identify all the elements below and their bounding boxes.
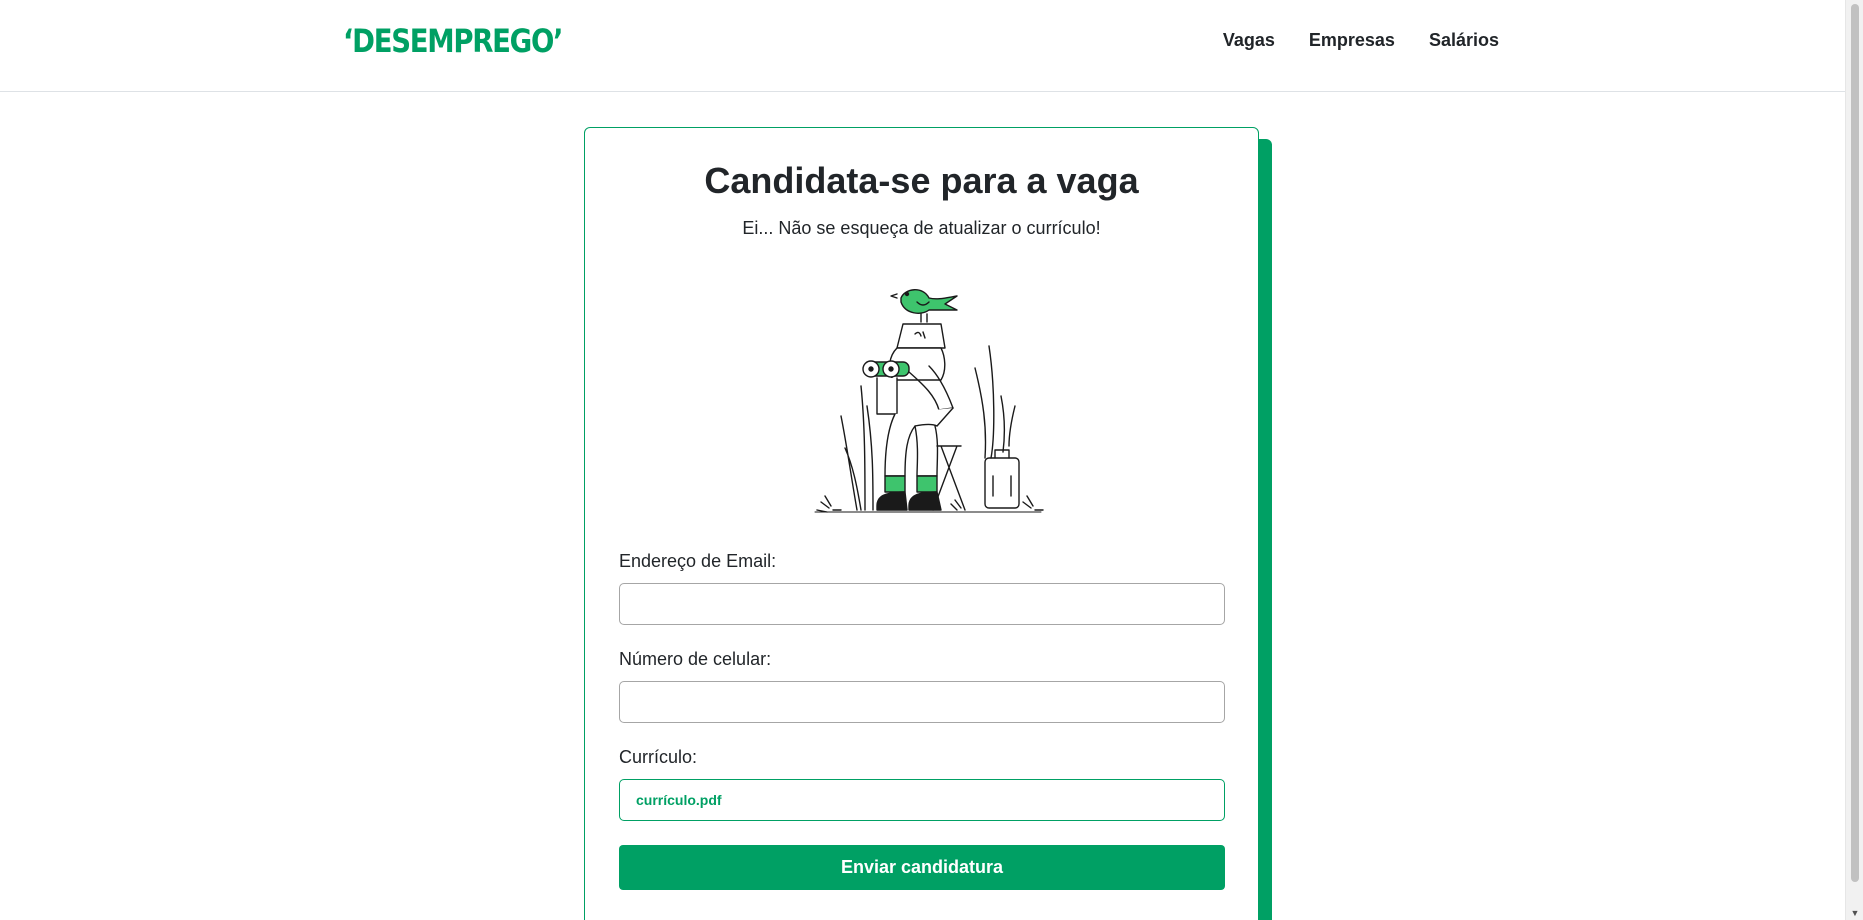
phone-label: Número de celular: (619, 649, 772, 669)
phone-field[interactable] (619, 681, 1225, 723)
nav-link-empresas[interactable]: Empresas (1309, 30, 1395, 51)
resume-file-input[interactable]: currículo.pdf (619, 779, 1225, 821)
scroll-thumb[interactable] (1851, 4, 1859, 882)
submit-application-button[interactable]: Enviar candidatura (619, 845, 1225, 890)
email-label: Endereço de Email: (619, 551, 777, 571)
main-nav: Vagas Empresas Salários (1223, 30, 1499, 51)
scroll-down-icon[interactable]: ▼ (1850, 908, 1860, 918)
form-title: Candidata-se para a vaga (704, 160, 1139, 201)
email-field[interactable] (619, 583, 1225, 625)
site-logo[interactable]: ‘DESEMPREGO’ (343, 22, 564, 60)
page-scrollbar[interactable]: ▲ ▼ (1845, 0, 1863, 920)
nav-link-vagas[interactable]: Vagas (1223, 30, 1275, 51)
resume-label: Currículo: (619, 747, 698, 767)
site-header: ‘DESEMPREGO’ Vagas Empresas Salários (0, 0, 1845, 92)
form-subtitle: Ei... Não se esqueça de atualizar o curr… (742, 218, 1101, 238)
binoculars-person-illustration (814, 289, 1044, 513)
nav-link-salarios[interactable]: Salários (1429, 30, 1499, 51)
page: ‘DESEMPREGO’ Vagas Empresas Salários Can… (0, 0, 1863, 920)
resume-file-name: currículo.pdf (636, 792, 722, 808)
application-form-card: Candidata-se para a vaga Ei... Não se es… (584, 127, 1259, 920)
